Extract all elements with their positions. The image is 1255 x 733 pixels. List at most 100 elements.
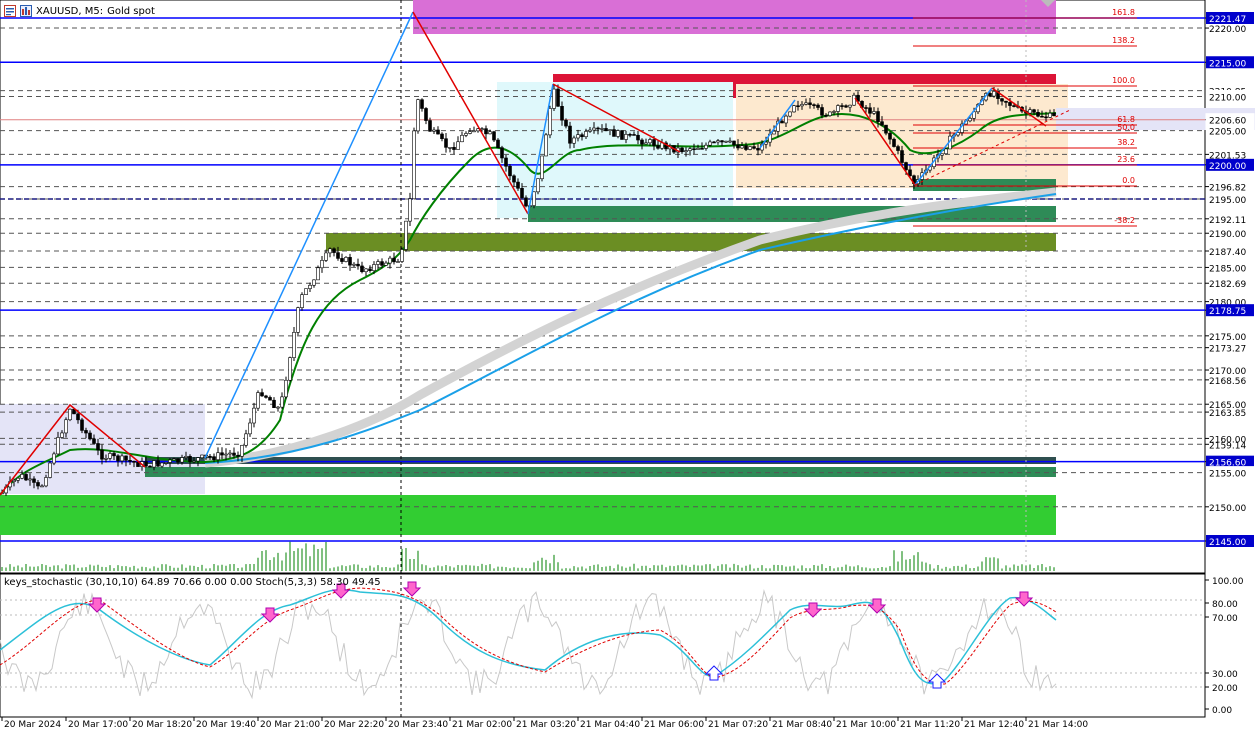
time-label: 20 Mar 23:40 <box>385 717 448 730</box>
price-label: 2178.75 <box>1205 304 1254 317</box>
price-label: 2175.00 <box>1205 333 1246 343</box>
svg-text:100.00: 100.00 <box>1212 577 1244 587</box>
svg-text:50.0: 50.0 <box>1117 123 1135 132</box>
indicator-axis-label: 100.00 <box>1205 577 1244 587</box>
zone-range-2 <box>736 84 1068 188</box>
time-label: 20 Mar 18:20 <box>129 717 192 730</box>
svg-text:2159.14: 2159.14 <box>1209 441 1246 451</box>
indicator-axis-label: 80.00 <box>1205 600 1238 610</box>
symbol-description: Gold spot <box>107 5 155 17</box>
svg-text:21 Mar 11:20: 21 Mar 11:20 <box>900 720 960 730</box>
price-label: 2187.40 <box>1205 248 1246 258</box>
zone-demand-c <box>326 233 1056 251</box>
svg-text:30.00: 30.00 <box>1212 670 1238 680</box>
svg-text:20 Mar 19:40: 20 Mar 19:40 <box>196 720 256 730</box>
zone-deep-demand <box>0 495 1056 535</box>
price-label: 2173.27 <box>1205 345 1246 355</box>
svg-text:2195.00: 2195.00 <box>1209 196 1246 206</box>
svg-text:2145.00: 2145.00 <box>1209 538 1246 548</box>
time-label: 20 Mar 19:40 <box>193 717 256 730</box>
price-label: 2190.00 <box>1205 230 1246 240</box>
svg-text:2178.75: 2178.75 <box>1209 307 1246 317</box>
svg-text:2220.00: 2220.00 <box>1209 25 1246 35</box>
time-label: 21 Mar 02:00 <box>449 717 512 730</box>
svg-text:21 Mar 08:40: 21 Mar 08:40 <box>772 720 832 730</box>
svg-text:23.6: 23.6 <box>1117 155 1135 164</box>
time-label: 21 Mar 06:00 <box>641 717 704 730</box>
price-label: 2185.00 <box>1205 264 1246 274</box>
svg-text:138.2: 138.2 <box>1112 36 1135 45</box>
price-label: 2145.00 <box>1205 535 1254 548</box>
svg-text:2221.47: 2221.47 <box>1209 15 1246 25</box>
svg-text:2190.00: 2190.00 <box>1209 230 1246 240</box>
time-label: 21 Mar 14:00 <box>1025 717 1088 730</box>
indicator-axis-label: 70.00 <box>1205 614 1238 624</box>
time-label: 21 Mar 07:20 <box>705 717 768 730</box>
svg-text:21 Mar 14:00: 21 Mar 14:00 <box>1028 720 1088 730</box>
price-label: 2168.56 <box>1205 377 1246 387</box>
indicator-axis-label: 0.00 <box>1205 706 1232 716</box>
time-label: 21 Mar 12:40 <box>961 717 1024 730</box>
svg-text:-38.2: -38.2 <box>1114 216 1135 225</box>
svg-text:20 Mar 23:40: 20 Mar 23:40 <box>388 720 448 730</box>
price-label: 2192.11 <box>1205 216 1246 226</box>
svg-text:0.00: 0.00 <box>1212 706 1232 716</box>
svg-text:2150.00: 2150.00 <box>1209 504 1246 514</box>
svg-text:2163.85: 2163.85 <box>1209 409 1246 419</box>
svg-text:80.00: 80.00 <box>1212 600 1238 610</box>
price-label: 2205.00 <box>1205 124 1255 138</box>
price-label: 2200.00 <box>1205 158 1254 172</box>
svg-text:161.8: 161.8 <box>1112 8 1135 17</box>
svg-text:38.2: 38.2 <box>1117 138 1135 147</box>
zone-base-b <box>145 467 1056 477</box>
svg-text:2182.69: 2182.69 <box>1209 280 1246 290</box>
indicator-axis-label: 20.00 <box>1205 684 1238 694</box>
svg-text:2205.00: 2205.00 <box>1209 128 1246 138</box>
price-label: 2155.00 <box>1205 466 1255 480</box>
indicator-axis-label: 30.00 <box>1205 670 1238 680</box>
svg-text:21 Mar 07:20: 21 Mar 07:20 <box>708 720 768 730</box>
price-label: 2150.00 <box>1205 504 1246 514</box>
svg-text:2168.56: 2168.56 <box>1209 377 1246 387</box>
time-label: 21 Mar 03:20 <box>513 717 576 730</box>
indicator-label: keys_stochastic (30,10,10) 64.89 70.66 0… <box>4 577 381 588</box>
svg-text:20 Mar 17:00: 20 Mar 17:00 <box>68 720 128 730</box>
price-label: 2170.00 <box>1205 367 1246 377</box>
price-label: 2220.00 <box>1205 25 1246 35</box>
price-label: 2182.69 <box>1205 280 1246 290</box>
svg-text:21 Mar 03:20: 21 Mar 03:20 <box>516 720 576 730</box>
time-axis[interactable]: 20 Mar 2024 20 Mar 17:00 20 Mar 18:20 20 Ma… <box>1 717 1088 730</box>
time-label: 21 Mar 11:20 <box>897 717 960 730</box>
zone-demand-b <box>528 206 1056 222</box>
chart-canvas[interactable]: 161.8138.2100.061.850.038.223.60.0-38.2 <box>0 0 1255 733</box>
time-label: 20 Mar 22:20 <box>321 717 384 730</box>
time-label: 21 Mar 08:40 <box>769 717 832 730</box>
svg-text:2215.00: 2215.00 <box>1209 59 1246 69</box>
zone-demand-a <box>913 179 1056 191</box>
svg-text:2200.00: 2200.00 <box>1209 162 1246 172</box>
price-label: 2195.00 <box>1205 192 1255 206</box>
svg-text:21 Mar 02:00: 21 Mar 02:00 <box>452 720 512 730</box>
svg-text:0.0: 0.0 <box>1122 176 1135 185</box>
price-label: 2210.00 <box>1205 89 1255 103</box>
price-axis[interactable]: 2221.472220.002215.002210.852210.002206.… <box>1205 12 1255 548</box>
svg-text:20 Mar 21:00: 20 Mar 21:00 <box>260 720 320 730</box>
price-label: 2215.00 <box>1205 56 1254 69</box>
svg-text:100.0: 100.0 <box>1112 76 1135 85</box>
symbol-label: XAUUSD, M5: <box>36 5 104 17</box>
price-label: 2159.14 <box>1205 441 1246 451</box>
svg-text:20 Mar 2024: 20 Mar 2024 <box>4 720 61 730</box>
svg-text:70.00: 70.00 <box>1212 614 1238 624</box>
time-label: 21 Mar 10:00 <box>833 717 896 730</box>
svg-text:2175.00: 2175.00 <box>1209 333 1246 343</box>
svg-text:20 Mar 22:20: 20 Mar 22:20 <box>324 720 384 730</box>
svg-text:21 Mar 10:00: 21 Mar 10:00 <box>836 720 896 730</box>
svg-text:2210.00: 2210.00 <box>1209 93 1246 103</box>
symbol-icon[interactable] <box>20 5 32 17</box>
svg-text:21 Mar 06:00: 21 Mar 06:00 <box>644 720 704 730</box>
svg-text:2155.00: 2155.00 <box>1209 470 1246 480</box>
indicator-axis[interactable]: 100.00 80.00 70.00 30.00 20.00 0.00 <box>1205 577 1244 716</box>
chart-window-icon[interactable] <box>4 5 16 17</box>
svg-text:21 Mar 04:40: 21 Mar 04:40 <box>580 720 640 730</box>
price-label: 2163.85 <box>1205 409 1246 419</box>
